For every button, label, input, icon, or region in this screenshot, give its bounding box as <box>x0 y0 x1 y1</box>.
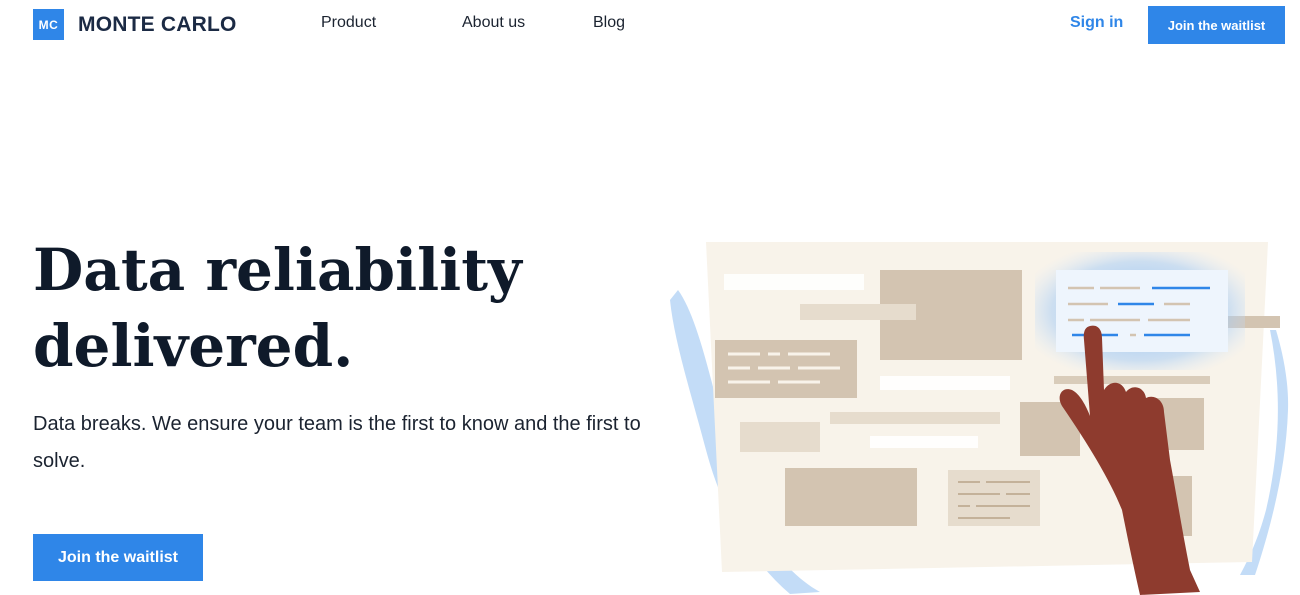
site-header: MC MONTE CARLO Product About us Blog Sig… <box>0 0 1300 50</box>
logo-wordmark: MONTE CARLO <box>78 12 237 36</box>
nav-about-link[interactable]: About us <box>462 14 525 32</box>
hero-headline-line-1: Data reliability <box>33 236 522 304</box>
nav-product-link[interactable]: Product <box>321 14 376 32</box>
logo[interactable]: MC MONTE CARLO <box>33 9 237 40</box>
nav-blog-link[interactable]: Blog <box>593 14 625 32</box>
landing-page: MC MONTE CARLO Product About us Blog Sig… <box>0 0 1300 595</box>
hero-headline-line-2: delivered. <box>33 312 354 380</box>
hero-headline: Data reliability delivered. <box>33 232 653 384</box>
join-waitlist-header-button[interactable]: Join the waitlist <box>1148 6 1285 44</box>
logo-mark-icon: MC <box>33 9 64 40</box>
sign-in-link[interactable]: Sign in <box>1070 14 1123 32</box>
dashboard-hand-illustration-icon <box>670 242 1289 595</box>
join-waitlist-hero-button[interactable]: Join the waitlist <box>33 534 203 581</box>
hero-subtext: Data breaks. We ensure your team is the … <box>33 413 641 472</box>
highlighted-card <box>1056 270 1228 352</box>
